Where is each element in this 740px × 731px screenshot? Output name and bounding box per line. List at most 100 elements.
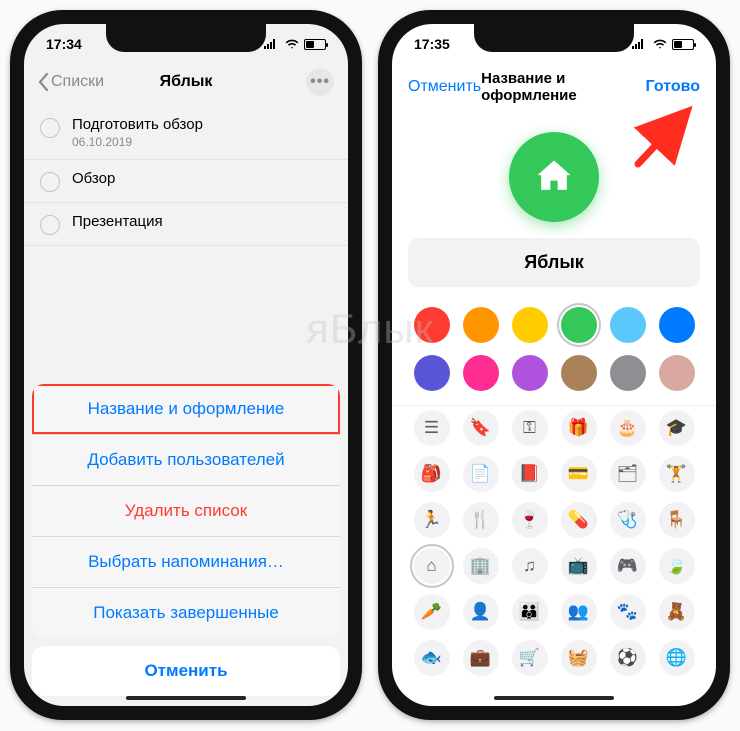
music-icon[interactable]: ♫ xyxy=(512,548,548,584)
bookmark-icon[interactable]: 🔖 xyxy=(463,410,499,446)
navigation-bar: Списки Яблык ••• xyxy=(24,64,348,106)
cellular-icon xyxy=(264,39,280,49)
stethoscope-icon[interactable]: 🩺 xyxy=(610,502,646,538)
icon-picker: ☰ 🔖 ⚿ 🎁 🎂 🎓 🎒 📄 📕 💳 🗂 🏋 🏃 🍴 🍷 💊 🩺 🪑 ⌂ 🏢 ♫ 📺 🎮 🍃 🥕 👤 👪 👥 🐾 🧸 🐟 💼 🛒 🧺 ⚽ 🌐 xyxy=(392,405,716,690)
status-time: 17:35 xyxy=(414,36,450,52)
sheet-cancel-button[interactable]: Отменить xyxy=(32,646,340,696)
teddy-icon[interactable]: 🧸 xyxy=(659,594,695,630)
complete-toggle[interactable] xyxy=(40,118,60,138)
list-name-field[interactable]: Яблык xyxy=(408,238,700,287)
cake-icon[interactable]: 🎂 xyxy=(610,410,646,446)
reminder-item[interactable]: Презентация xyxy=(24,203,348,246)
status-indicators xyxy=(264,37,326,51)
color-yellow[interactable] xyxy=(512,307,548,343)
notch xyxy=(474,24,634,52)
basket-icon[interactable]: 🧺 xyxy=(561,640,597,676)
leaf-icon[interactable]: 🍃 xyxy=(659,548,695,584)
screen-right: 17:35 Отменить Название и оформление Гот… xyxy=(392,24,716,706)
family-icon[interactable]: 👪 xyxy=(512,594,548,630)
screen-left: 17:34 Списки Яблык ••• По xyxy=(24,24,348,706)
color-blue[interactable] xyxy=(659,307,695,343)
modal-nav: Отменить Название и оформление Готово xyxy=(392,64,716,114)
pill-icon[interactable]: 💊 xyxy=(561,502,597,538)
wine-icon[interactable]: 🍷 xyxy=(512,502,548,538)
status-indicators xyxy=(632,37,694,51)
sheet-delete-list[interactable]: Удалить список xyxy=(32,486,340,537)
reminder-item[interactable]: Подготовить обзор 06.10.2019 xyxy=(24,106,348,160)
color-green[interactable] xyxy=(561,307,597,343)
reminder-title: Обзор xyxy=(72,170,115,187)
modal-done-button[interactable]: Готово xyxy=(646,78,700,96)
cart-icon[interactable]: 🛒 xyxy=(512,640,548,676)
soccer-icon[interactable]: ⚽ xyxy=(610,640,646,676)
more-button[interactable]: ••• xyxy=(306,68,334,96)
gamepad-icon[interactable]: 🎮 xyxy=(610,548,646,584)
color-rose[interactable] xyxy=(659,355,695,391)
graduation-icon[interactable]: 🎓 xyxy=(659,410,695,446)
pills-stack-icon[interactable]: 🗂 xyxy=(610,456,646,492)
notch xyxy=(106,24,266,52)
globe-icon[interactable]: 🌐 xyxy=(659,640,695,676)
building-icon[interactable]: 🏢 xyxy=(463,548,499,584)
reminder-item[interactable]: Обзор xyxy=(24,160,348,203)
reminder-title: Подготовить обзор xyxy=(72,116,203,133)
action-sheet: Название и оформление Добавить пользоват… xyxy=(32,384,340,696)
briefcase-icon[interactable]: 💼 xyxy=(463,640,499,676)
home-icon[interactable]: ⌂ xyxy=(414,548,450,584)
action-sheet-group: Название и оформление Добавить пользоват… xyxy=(32,384,340,638)
document-icon[interactable]: 📄 xyxy=(463,456,499,492)
list-icon[interactable]: ☰ xyxy=(414,410,450,446)
status-time: 17:34 xyxy=(46,36,82,52)
annotation-arrow xyxy=(628,104,698,174)
back-label: Списки xyxy=(51,73,104,91)
dumbbell-icon[interactable]: 🏋 xyxy=(659,456,695,492)
color-brown[interactable] xyxy=(561,355,597,391)
book-icon[interactable]: 📕 xyxy=(512,456,548,492)
tv-icon[interactable]: 📺 xyxy=(561,548,597,584)
utensils-icon[interactable]: 🍴 xyxy=(463,502,499,538)
color-pink[interactable] xyxy=(463,355,499,391)
color-indigo[interactable] xyxy=(414,355,450,391)
color-lightblue[interactable] xyxy=(610,307,646,343)
modal-title: Название и оформление xyxy=(481,70,645,104)
wifi-icon xyxy=(285,37,299,51)
reminder-title: Презентация xyxy=(72,213,163,230)
person-icon[interactable]: 👤 xyxy=(463,594,499,630)
home-indicator[interactable] xyxy=(494,696,614,700)
backpack-icon[interactable]: 🎒 xyxy=(414,456,450,492)
complete-toggle[interactable] xyxy=(40,172,60,192)
battery-icon xyxy=(304,39,326,50)
battery-icon xyxy=(672,39,694,50)
card-icon[interactable]: 💳 xyxy=(561,456,597,492)
fish-icon[interactable]: 🐟 xyxy=(414,640,450,676)
cellular-icon xyxy=(632,39,648,49)
color-gray[interactable] xyxy=(610,355,646,391)
reminders-list: Подготовить обзор 06.10.2019 Обзор Презе… xyxy=(24,106,348,246)
gift-icon[interactable]: 🎁 xyxy=(561,410,597,446)
more-area: ••• xyxy=(235,68,334,96)
color-picker xyxy=(392,303,716,405)
phone-right: 17:35 Отменить Название и оформление Гот… xyxy=(378,10,730,720)
paw-icon[interactable]: 🐾 xyxy=(610,594,646,630)
wifi-icon xyxy=(653,37,667,51)
home-indicator[interactable] xyxy=(126,696,246,700)
modal-cancel-button[interactable]: Отменить xyxy=(408,78,481,96)
color-red[interactable] xyxy=(414,307,450,343)
complete-toggle[interactable] xyxy=(40,215,60,235)
key-icon[interactable]: ⚿ xyxy=(512,410,548,446)
phone-left: 17:34 Списки Яблык ••• По xyxy=(10,10,362,720)
home-icon xyxy=(532,155,576,199)
ellipsis-icon: ••• xyxy=(310,73,330,91)
chair-icon[interactable]: 🪑 xyxy=(659,502,695,538)
group-icon[interactable]: 👥 xyxy=(561,594,597,630)
back-button[interactable]: Списки xyxy=(38,73,137,91)
sheet-name-appearance[interactable]: Название и оформление xyxy=(32,384,340,435)
sheet-select-reminders[interactable]: Выбрать напоминания… xyxy=(32,537,340,588)
list-icon-preview xyxy=(509,132,599,222)
running-icon[interactable]: 🏃 xyxy=(414,502,450,538)
sheet-add-people[interactable]: Добавить пользователей xyxy=(32,435,340,486)
sheet-show-completed[interactable]: Показать завершенные xyxy=(32,588,340,638)
color-purple[interactable] xyxy=(512,355,548,391)
carrot-icon[interactable]: 🥕 xyxy=(414,594,450,630)
color-orange[interactable] xyxy=(463,307,499,343)
